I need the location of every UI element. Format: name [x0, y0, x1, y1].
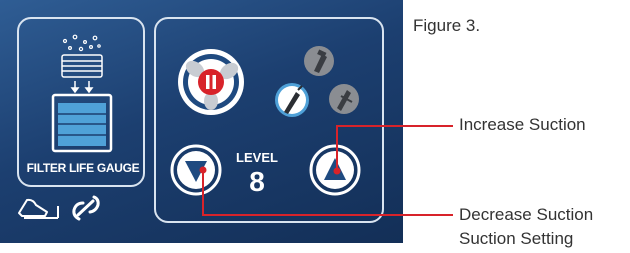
level-label: LEVEL — [236, 150, 278, 165]
control-panel: FILTER LIFE GAUGE LEVEL 8 — [0, 0, 403, 243]
callout-increase-suction: Increase Suction — [459, 115, 586, 134]
callout-decrease-suction: Decrease Suction — [459, 205, 594, 224]
pause-icon — [198, 69, 224, 95]
handpiece-gray-icon-1[interactable] — [304, 46, 334, 76]
handpiece-selected-icon[interactable] — [275, 83, 309, 117]
pause-fan-button[interactable] — [178, 49, 244, 115]
suction-level-value: 8 — [249, 166, 265, 197]
handpiece-gray-icon-2[interactable] — [329, 84, 359, 114]
increase-suction-button[interactable] — [309, 144, 361, 196]
figure-caption: Figure 3. — [413, 16, 481, 35]
callout-suction-setting: Suction Setting — [459, 229, 574, 248]
decrease-suction-button[interactable] — [170, 144, 222, 196]
